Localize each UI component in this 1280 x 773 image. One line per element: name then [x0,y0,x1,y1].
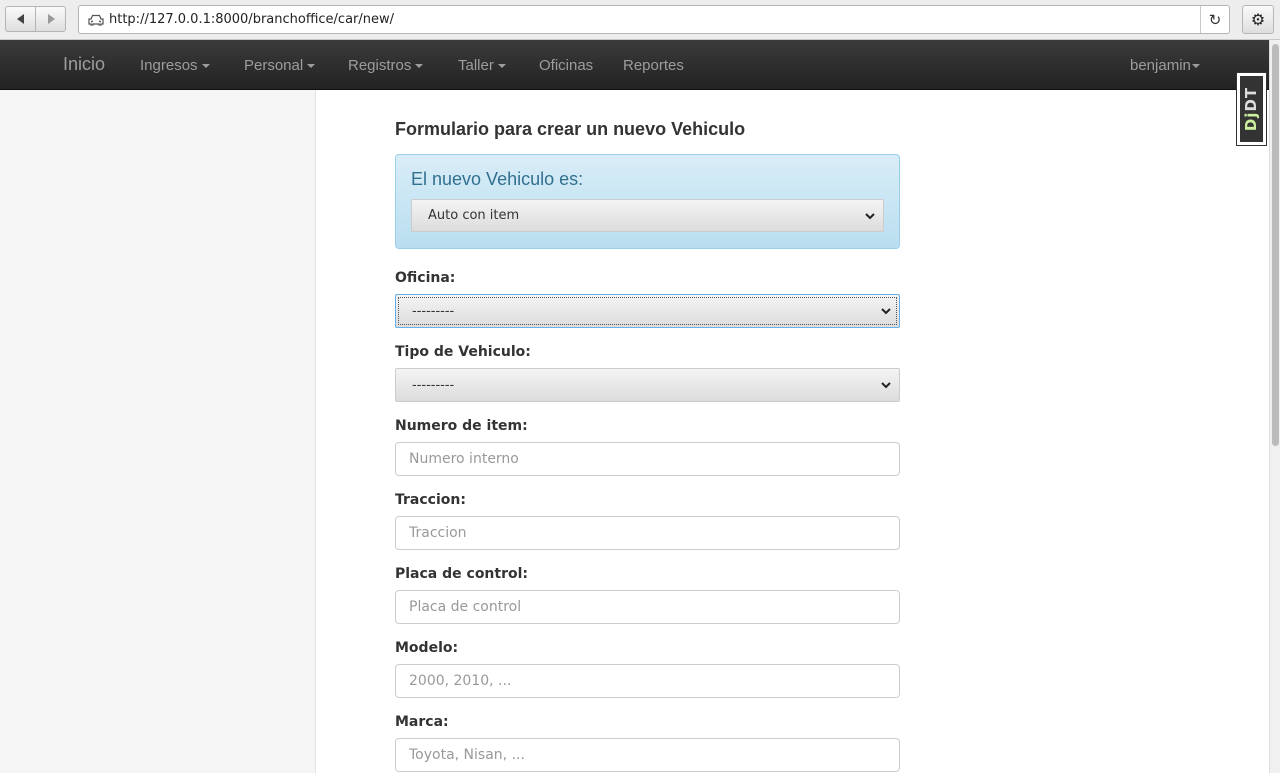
vehicle-kind-select[interactable]: Auto con item [411,199,884,232]
scrollbar-thumb[interactable] [1272,44,1279,446]
placa-input[interactable] [395,590,900,624]
oficina-select[interactable]: --------- [395,294,900,328]
caret-down-icon [497,64,506,69]
traccion-label: Traccion: [395,492,466,508]
top-navbar: Inicio Ingresos Personal Registros Talle… [0,40,1269,90]
marca-label: Marca: [395,714,449,730]
vehicle-kind-title: El nuevo Vehiculo es: [411,169,584,189]
numero-item-label: Numero de item: [395,418,528,434]
nav-item-oficinas[interactable]: Oficinas [539,57,593,74]
sidebar [0,90,316,773]
modelo-input[interactable] [395,664,900,698]
modelo-label: Modelo: [395,640,459,656]
address-bar[interactable]: http://127.0.0.1:8000/branchoffice/car/n… [78,5,1230,34]
user-menu[interactable]: benjamin [1130,57,1200,74]
back-button[interactable] [6,7,35,31]
reload-icon[interactable]: ↻ [1200,6,1229,33]
page-title: Formulario para crear un nuevo Vehiculo [395,119,746,139]
car-icon [85,14,107,26]
nav-item-taller[interactable]: Taller [458,57,506,74]
chevron-down-icon [881,308,891,315]
caret-down-icon [1191,64,1200,69]
forward-arrow-icon [47,14,55,24]
back-arrow-icon [16,14,24,24]
traccion-input[interactable] [395,516,900,550]
debug-toolbar-logo: DjDT [1242,86,1261,132]
settings-gear-icon[interactable]: ⚙ [1242,5,1274,34]
nav-item-personal[interactable]: Personal [244,57,316,74]
vehicle-kind-panel: El nuevo Vehiculo es: Auto con item [395,154,900,249]
tipo-vehiculo-select[interactable]: --------- [395,368,900,402]
marca-input[interactable] [395,738,900,772]
nav-item-ingresos[interactable]: Ingresos [140,57,210,74]
vertical-scrollbar[interactable] [1269,40,1280,773]
brand-link[interactable]: Inicio [63,54,105,75]
nav-item-registros[interactable]: Registros [348,57,424,74]
caret-down-icon [415,64,424,69]
history-buttons [5,6,66,32]
debug-toolbar-handle[interactable]: DjDT [1236,72,1267,146]
oficina-label: Oficina: [395,270,456,286]
tipo-vehiculo-label: Tipo de Vehiculo: [395,344,531,360]
chevron-down-icon [865,213,875,220]
forward-button[interactable] [35,7,65,31]
caret-down-icon [201,64,210,69]
nav-item-reportes[interactable]: Reportes [623,57,684,74]
placa-label: Placa de control: [395,566,529,582]
browser-toolbar: http://127.0.0.1:8000/branchoffice/car/n… [0,0,1280,40]
chevron-down-icon [881,382,891,389]
url-text: http://127.0.0.1:8000/branchoffice/car/n… [109,12,395,27]
numero-item-input[interactable] [395,442,900,476]
caret-down-icon [307,64,316,69]
